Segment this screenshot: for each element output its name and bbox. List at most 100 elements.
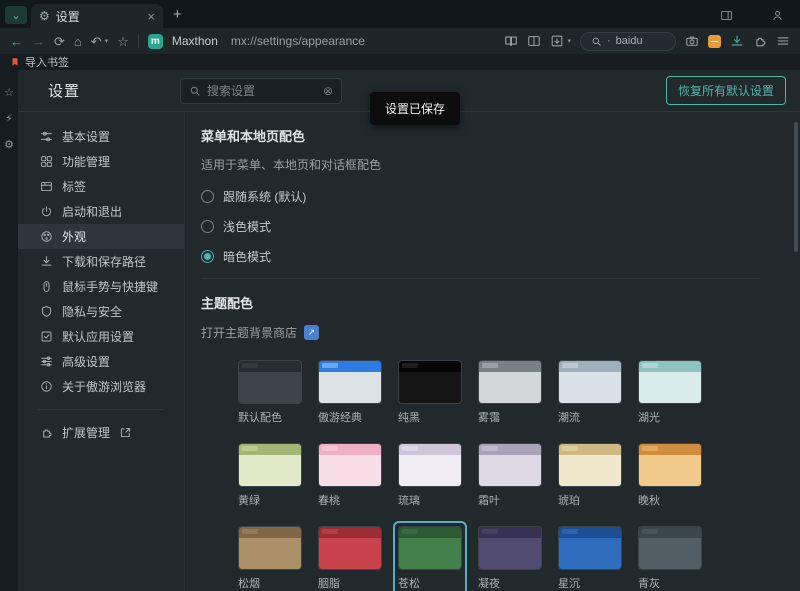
main-menu-button[interactable]: ⌄ — [5, 6, 27, 24]
quick-access-lightning-icon[interactable]: ⚡ — [5, 112, 13, 125]
download-icon — [40, 255, 53, 268]
tab-close-icon[interactable]: × — [147, 9, 155, 24]
refresh-button[interactable]: ⟳ — [54, 35, 65, 48]
sidebar-item-label: 标签 — [62, 178, 86, 195]
theme-card[interactable]: 雾霭 — [473, 355, 547, 430]
mouse-icon — [40, 280, 53, 293]
sidebar-item-feature-management[interactable]: 功能管理 — [18, 149, 184, 174]
sidebar-item-tabs[interactable]: 标签 — [18, 174, 184, 199]
radio-label: 暗色模式 — [223, 248, 271, 265]
sidebar-item-download-path[interactable]: 下载和保存路径 — [18, 249, 184, 274]
theme-preview — [558, 526, 622, 570]
user-profile-icon[interactable] — [771, 9, 784, 22]
theme-store-icon[interactable]: ↗ — [304, 325, 319, 340]
settings-gear-icon[interactable]: ⚙ — [4, 138, 14, 151]
toast-saved: 设置已保存 — [370, 92, 460, 125]
maxnote-icon[interactable] — [708, 35, 721, 48]
workspace-panel-icon[interactable] — [720, 9, 733, 22]
main-menu-lines-icon[interactable] — [776, 34, 790, 48]
sidebar-item-label: 高级设置 — [62, 353, 110, 370]
theme-card[interactable]: 春桃 — [313, 438, 387, 513]
theme-preview — [238, 360, 302, 404]
tab-settings[interactable]: ⚙ 设置 × — [31, 4, 163, 28]
favorites-star-icon[interactable]: ☆ — [4, 86, 14, 99]
restore-defaults-button[interactable]: 恢复所有默认设置 — [666, 76, 786, 105]
radio-dark-mode[interactable]: 暗色模式 — [201, 248, 800, 265]
theme-card[interactable]: 默认配色 — [233, 355, 307, 430]
sidebar-item-advanced-settings[interactable]: 高级设置 — [18, 349, 184, 374]
nav-divider — [38, 409, 164, 410]
theme-preview — [478, 526, 542, 570]
radio-light-mode[interactable]: 浅色模式 — [201, 218, 800, 235]
download-icon[interactable] — [730, 34, 744, 48]
theme-card[interactable]: 青灰 — [633, 521, 707, 591]
bookmark-bar: 导入书签 — [0, 54, 800, 70]
theme-card[interactable]: 胭脂 — [313, 521, 387, 591]
theme-card-selected[interactable]: 苍松 — [393, 521, 467, 591]
shield-icon — [40, 305, 53, 318]
theme-preview — [318, 443, 382, 487]
address-url[interactable]: mx://settings/appearance — [231, 34, 365, 48]
theme-store-link[interactable]: 打开主题背景商店 — [201, 324, 297, 341]
sidebar-item-label: 默认应用设置 — [62, 328, 134, 345]
sidebar-item-basic-settings[interactable]: 基本设置 — [18, 124, 184, 149]
theme-label: 雾霭 — [478, 409, 542, 425]
web-snap-icon[interactable] — [550, 34, 564, 48]
split-screen-icon[interactable] — [527, 34, 541, 48]
sidebar-item-default-apps[interactable]: 默认应用设置 — [18, 324, 184, 349]
undo-chevron-icon[interactable]: ▾ — [105, 37, 109, 45]
sidebar-item-label: 功能管理 — [62, 153, 110, 170]
theme-card[interactable]: 霜叶 — [473, 438, 547, 513]
more-tools-chevron-icon[interactable]: ▾ — [567, 37, 571, 45]
theme-card[interactable]: 琥珀 — [553, 438, 627, 513]
favorite-star-icon[interactable]: ☆ — [117, 35, 129, 48]
toolbar-divider — [138, 34, 139, 48]
palette-icon — [40, 230, 53, 243]
forward-button[interactable]: → — [32, 35, 45, 48]
theme-card[interactable]: 琉璃 — [393, 438, 467, 513]
sidebar-item-privacy-security[interactable]: 隐私与安全 — [18, 299, 184, 324]
theme-card[interactable]: 星沉 — [553, 521, 627, 591]
theme-card[interactable]: 凝夜 — [473, 521, 547, 591]
sidebar-item-mouse-gestures[interactable]: 鼠标手势与快捷键 — [18, 274, 184, 299]
radio-follow-system[interactable]: 跟随系统 (默认) — [201, 188, 800, 205]
import-bookmarks-item[interactable]: 导入书签 — [25, 54, 69, 70]
sidebar-item-appearance[interactable]: 外观 — [18, 224, 184, 249]
theme-card[interactable]: 潮流 — [553, 355, 627, 430]
theme-card[interactable]: 松烟 — [233, 521, 307, 591]
sidebar-item-extension-management[interactable]: 扩展管理 — [18, 420, 184, 445]
back-button[interactable]: ← — [10, 35, 23, 48]
section-title-menu-colors: 菜单和本地页配色 — [201, 126, 800, 145]
settings-search-box[interactable]: ⊗ — [180, 78, 342, 104]
screenshot-camera-icon[interactable] — [685, 34, 699, 48]
theme-card[interactable]: 晚秋 — [633, 438, 707, 513]
sidebar-item-startup-exit[interactable]: 启动和退出 — [18, 199, 184, 224]
clear-search-icon[interactable]: ⊗ — [323, 84, 333, 98]
reader-mode-icon[interactable] — [504, 34, 518, 48]
theme-card[interactable]: 傲游经典 — [313, 355, 387, 430]
radio-label: 跟随系统 (默认) — [223, 188, 306, 205]
theme-preview — [398, 526, 462, 570]
new-tab-button[interactable]: + — [173, 6, 182, 23]
section-desc: 适用于菜单、本地页和对话框配色 — [201, 156, 800, 173]
search-icon — [189, 85, 201, 97]
sidebar-item-label: 鼠标手势与快捷键 — [62, 278, 158, 295]
toolbar-search-box[interactable]: · baidu — [580, 32, 676, 51]
theme-preview — [558, 443, 622, 487]
theme-label: 春桃 — [318, 492, 382, 508]
maxthon-logo[interactable]: m — [148, 34, 163, 49]
undo-closed-tab-button[interactable]: ↶ — [91, 35, 102, 48]
theme-label: 琉璃 — [398, 492, 462, 508]
theme-label: 黄绿 — [238, 492, 302, 508]
theme-card[interactable]: 湖光 — [633, 355, 707, 430]
sidebar-item-about[interactable]: 关于傲游浏览器 — [18, 374, 184, 399]
theme-card[interactable]: 黄绿 — [233, 438, 307, 513]
settings-search-input[interactable] — [207, 84, 317, 98]
theme-label: 胭脂 — [318, 575, 382, 591]
radio-icon — [201, 190, 214, 203]
theme-card[interactable]: 纯黑 — [393, 355, 467, 430]
home-button[interactable]: ⌂ — [74, 35, 82, 48]
external-link-icon — [119, 426, 132, 439]
extensions-puzzle-icon[interactable] — [753, 34, 767, 48]
settings-nav: 基本设置 功能管理 标签 启动和退出 — [18, 112, 185, 591]
